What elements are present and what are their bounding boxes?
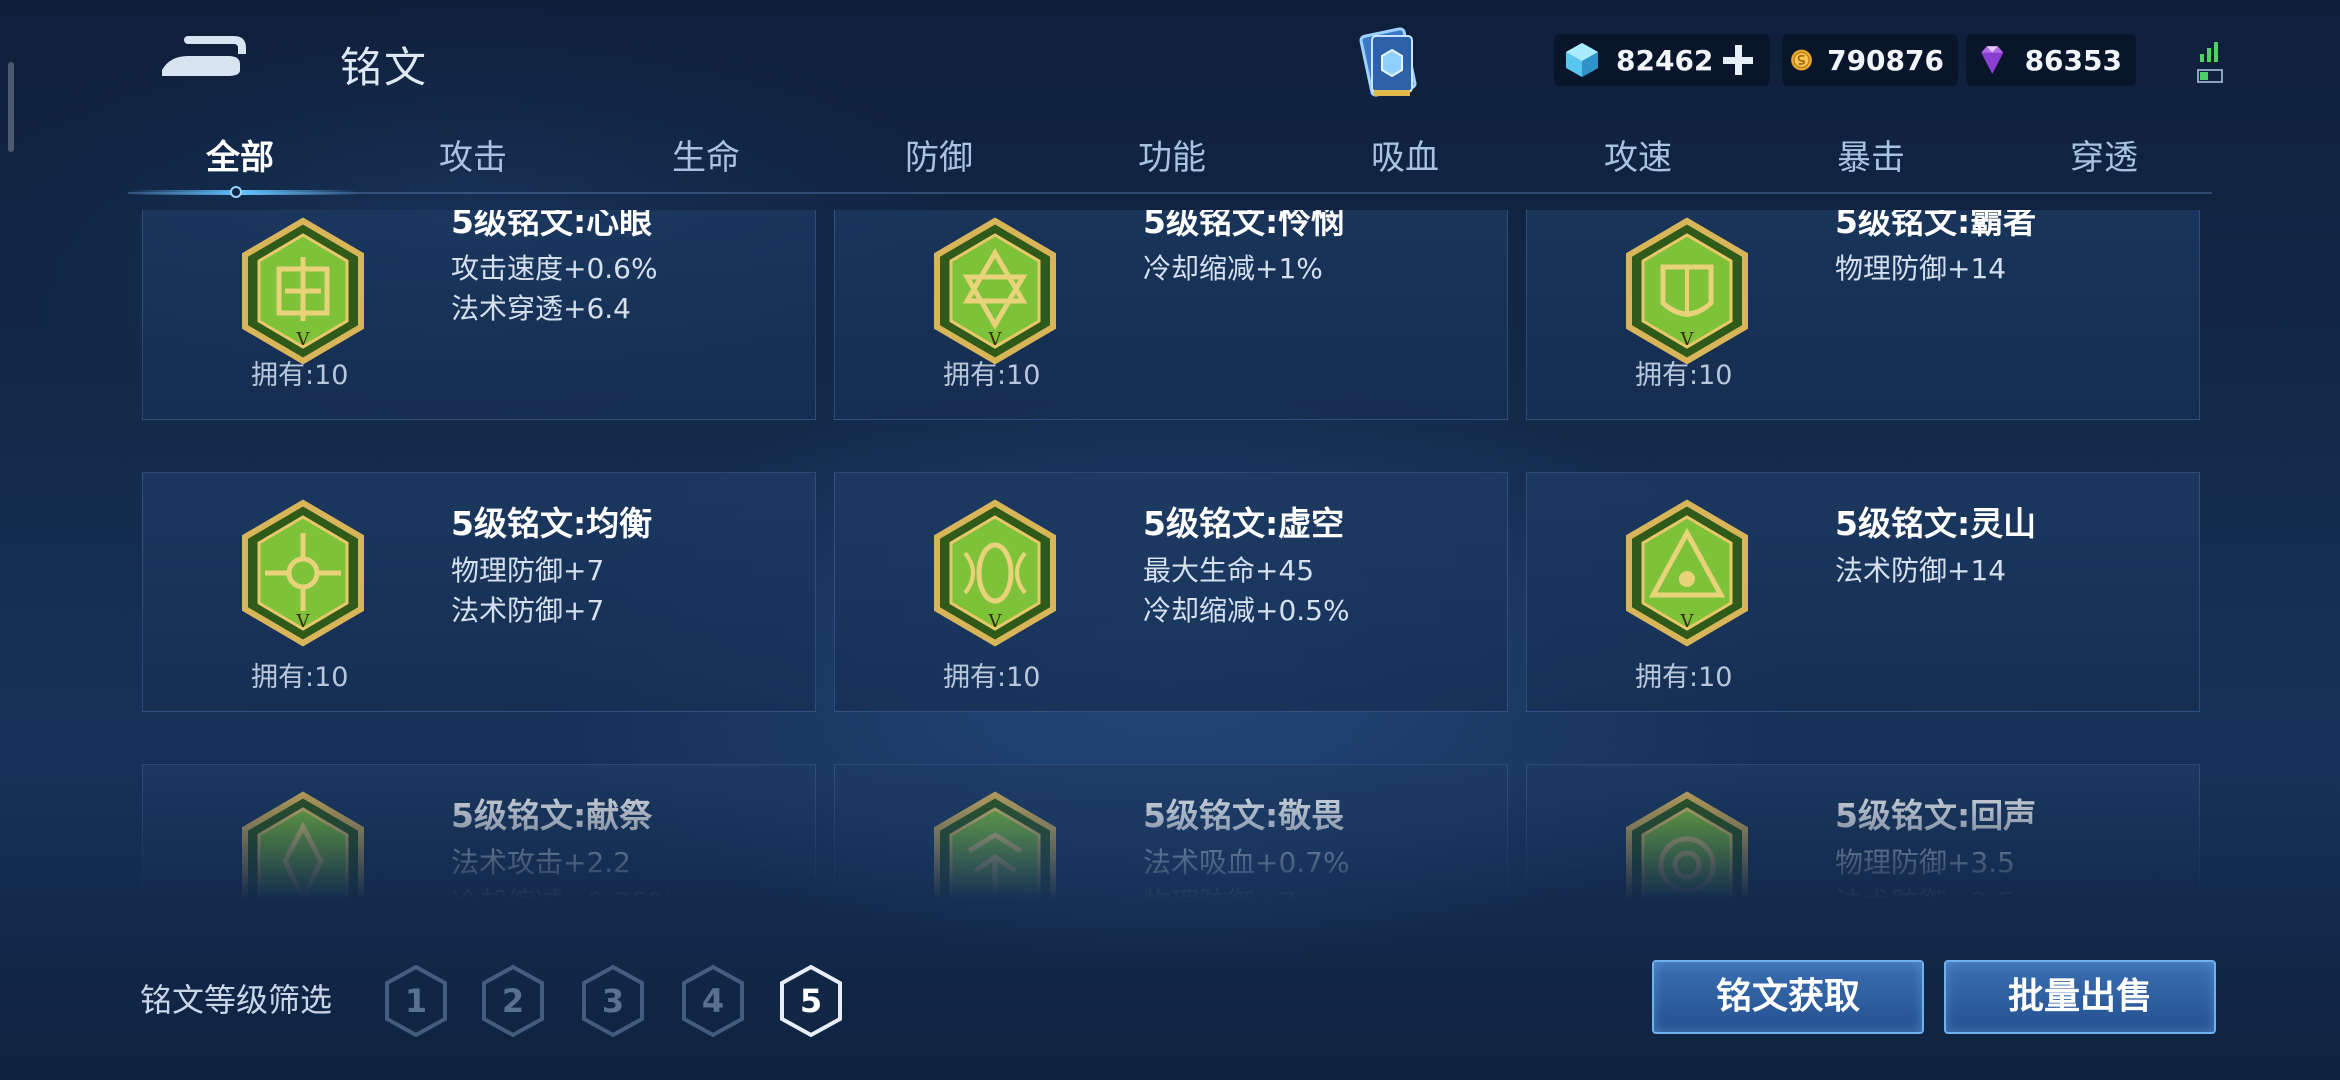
level-filter-number: 2 xyxy=(501,982,525,1020)
rune-card[interactable]: V 5级铭文:回声 物理防御+3.5 法术防御+3.5 xyxy=(1526,764,2200,900)
rune-name: 5级铭文:献祭 xyxy=(451,796,653,835)
level-filter-2[interactable]: 2 xyxy=(480,964,546,1038)
rune-card[interactable]: V 5级铭文:怜悯 冷却缩减+1% 拥有:10 xyxy=(834,210,1508,420)
level-filter-5[interactable]: 5 xyxy=(778,964,844,1038)
bulk-sell-button[interactable]: 批量出售 xyxy=(1944,960,2216,1034)
rune-stat: 冷却缩减+1% xyxy=(1143,252,1323,285)
level-filter-number: 1 xyxy=(404,982,428,1020)
currency-gold: 790876 xyxy=(1782,34,1958,86)
rune-stat: 冷却缩减+0.5% xyxy=(1143,594,1350,627)
rune-stat: 物理防御+3.5 xyxy=(1835,846,2015,879)
tab-all[interactable]: 全部 xyxy=(140,130,340,179)
signal-icon xyxy=(2197,42,2223,83)
back-arrow-icon[interactable] xyxy=(148,30,248,86)
rune-owned-count: 拥有:10 xyxy=(943,360,1041,391)
rune-stat: 法术穿透+6.4 xyxy=(451,292,631,325)
svg-text:V: V xyxy=(1680,329,1695,350)
purple-gem-icon xyxy=(1981,46,2004,74)
rune-name: 5级铭文:怜悯 xyxy=(1143,210,1345,241)
rune-name: 5级铭文:心眼 xyxy=(451,210,653,241)
rune-stat: 法术防御+3.5 xyxy=(1835,881,2015,900)
rune-card[interactable]: V 5级铭文:霸者 物理防御+14 拥有:10 xyxy=(1526,210,2200,420)
rune-huisheng-icon: V xyxy=(1626,791,1748,900)
tab-lifesteal[interactable]: 吸血 xyxy=(1305,130,1505,179)
currency-gem: 82462 xyxy=(1554,34,1770,86)
rune-card[interactable]: V 5级铭文:敬畏 法术吸血+0.7% 物理防御+7 xyxy=(834,764,1508,900)
rune-name: 5级铭文:灵山 xyxy=(1835,504,2037,543)
svg-text:V: V xyxy=(988,611,1003,632)
page-title: 铭文 xyxy=(340,43,429,92)
rune-name: 5级铭文:回声 xyxy=(1835,796,2037,835)
rune-stat: 物理防御+14 xyxy=(1835,252,2007,285)
rune-owned-count: 拥有:10 xyxy=(943,662,1041,693)
rune-card[interactable]: V 5级铭文:灵山 法术防御+14 拥有:10 xyxy=(1526,472,2200,712)
tab-penetration[interactable]: 穿透 xyxy=(2004,130,2204,179)
level-filter-3[interactable]: 3 xyxy=(580,964,646,1038)
rune-card[interactable]: V 5级铭文:心眼 攻击速度+0.6% 法术穿透+6.4 拥有:10 xyxy=(142,210,816,420)
rune-bazhe-icon: V xyxy=(1626,217,1748,365)
rune-stat: 最大生命+45 xyxy=(1143,554,1315,587)
tab-health[interactable]: 生命 xyxy=(606,130,806,179)
rune-owned-count: 拥有:10 xyxy=(251,662,349,693)
rune-stat: 法术吸血+0.7% xyxy=(1143,846,1350,879)
tab-attack-speed[interactable]: 攻速 xyxy=(1538,130,1738,179)
svg-text:V: V xyxy=(296,611,311,632)
tab-divider xyxy=(128,192,2212,194)
active-tab-dot xyxy=(230,186,242,198)
crystal-amount: 86353 xyxy=(2024,43,2122,77)
currency-crystal: 86353 xyxy=(1966,34,2136,86)
rune-jingwei-icon: V xyxy=(934,791,1056,900)
rune-lingshan-icon: V xyxy=(1626,499,1748,647)
rune-card[interactable]: V 5级铭文:均衡 物理防御+7 法术防御+7 拥有:10 xyxy=(142,472,816,712)
level-filter-4[interactable]: 4 xyxy=(680,964,746,1038)
diamond-cube-icon xyxy=(1566,43,1598,77)
rune-xianji-icon: V xyxy=(242,791,364,900)
level-filter-number: 3 xyxy=(601,982,625,1020)
rune-book-icon[interactable] xyxy=(1352,24,1424,104)
gold-coin-icon xyxy=(1791,49,1812,71)
tab-attack[interactable]: 攻击 xyxy=(373,130,573,179)
rune-grid[interactable]: V 5级铭文:心眼 攻击速度+0.6% 法术穿透+6.4 拥有:10 V 5级铭… xyxy=(142,210,2200,900)
rune-stat: 攻击速度+0.6% xyxy=(451,252,658,285)
tab-function[interactable]: 功能 xyxy=(1072,130,1272,179)
svg-text:V: V xyxy=(1680,611,1695,632)
svg-text:V: V xyxy=(296,329,311,350)
rune-owned-count: 拥有:10 xyxy=(1635,662,1733,693)
rune-owned-count: 拥有:10 xyxy=(1635,360,1733,391)
scroll-indicator xyxy=(8,62,14,152)
rune-card[interactable]: V 5级铭文:献祭 法术攻击+2.2 冷却缩减+0.75% xyxy=(142,764,816,900)
rune-owned-count: 拥有:10 xyxy=(251,360,349,391)
level-filter-number: 4 xyxy=(701,982,725,1020)
gem-amount: 82462 xyxy=(1616,43,1714,77)
rune-stat: 物理防御+7 xyxy=(451,554,605,587)
rune-name: 5级铭文:敬畏 xyxy=(1143,796,1345,835)
rune-stat: 物理防御+7 xyxy=(1143,881,1296,900)
rune-name: 5级铭文:均衡 xyxy=(451,504,653,543)
level-filter-1[interactable]: 1 xyxy=(383,964,449,1038)
svg-text:V: V xyxy=(988,329,1003,350)
tab-defense[interactable]: 防御 xyxy=(839,130,1039,179)
rune-stat: 冷却缩减+0.75% xyxy=(451,881,675,900)
add-currency-button[interactable] xyxy=(1721,43,1755,77)
rune-junheng-icon: V xyxy=(242,499,364,647)
level-filter-number: 5 xyxy=(799,982,823,1020)
rune-stat: 法术防御+14 xyxy=(1835,554,2007,587)
rune-lianmin-icon: V xyxy=(934,217,1056,365)
rune-name: 5级铭文:虚空 xyxy=(1143,504,1345,543)
active-tab-indicator xyxy=(128,190,358,195)
rune-card[interactable]: V 5级铭文:虚空 最大生命+45 冷却缩减+0.5% 拥有:10 xyxy=(834,472,1508,712)
rune-name: 5级铭文:霸者 xyxy=(1835,210,2037,241)
tab-critical[interactable]: 暴击 xyxy=(1771,130,1971,179)
rune-xukong-icon: V xyxy=(934,499,1056,647)
rune-stat: 法术攻击+2.2 xyxy=(451,846,631,879)
category-tabs: 全部 攻击 生命 防御 功能 吸血 攻速 暴击 穿透 xyxy=(140,130,2220,190)
level-filter-label: 铭文等级筛选 xyxy=(140,981,333,1019)
rune-stat: 法术防御+7 xyxy=(451,594,605,627)
gold-amount: 790876 xyxy=(1827,43,1944,77)
get-rune-button[interactable]: 铭文获取 xyxy=(1652,960,1924,1034)
rune-xinyan-icon: V xyxy=(242,217,364,365)
